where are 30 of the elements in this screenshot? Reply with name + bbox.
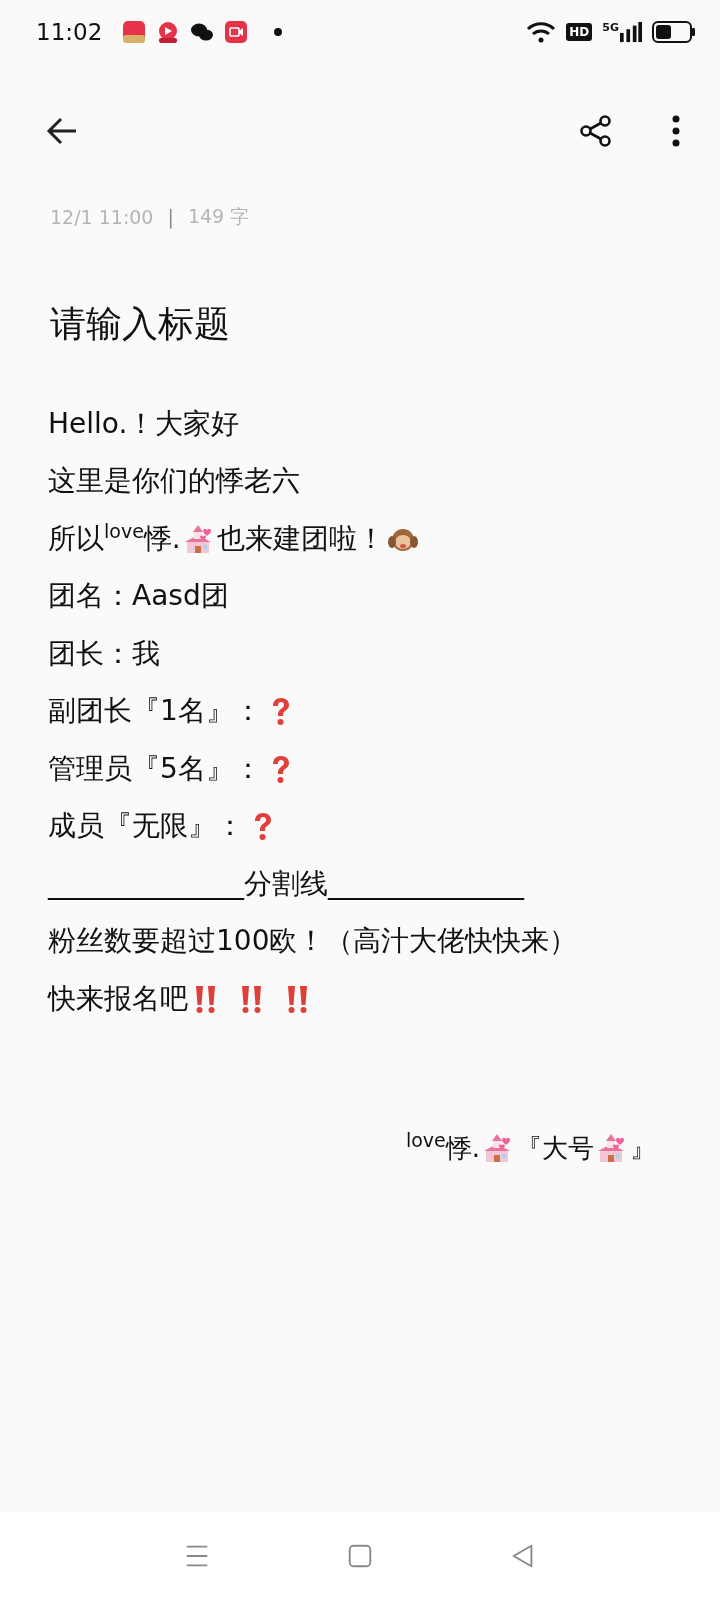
- app-notification-icon: [122, 20, 147, 44]
- wifi-icon: [526, 21, 557, 43]
- home-icon[interactable]: [346, 1542, 374, 1570]
- hd-badge: HD: [566, 23, 593, 41]
- note-text: Hello.！大家好: [48, 405, 240, 442]
- note-text: 这里是你们的悸老六: [48, 463, 300, 500]
- note-text: 管理员『5名』：: [48, 750, 262, 787]
- network-type-label: 5G: [602, 21, 619, 34]
- more-notifications-dot-icon: [274, 28, 283, 36]
- note-text: 副团长『1名』：: [48, 693, 262, 730]
- note-text: 『大号: [516, 1131, 594, 1165]
- note-text: ______________分割线______________: [48, 865, 524, 902]
- screen-recorder-icon: [224, 20, 249, 44]
- note-text: 成员『无限』：: [48, 808, 244, 845]
- clock-time: 11:02: [36, 19, 103, 45]
- separator: |: [167, 206, 174, 228]
- note-text: $^{love}$悸.: [405, 1130, 480, 1165]
- note-text: 团长：我: [48, 635, 160, 672]
- note-title-placeholder[interactable]: 请输入标题: [0, 230, 720, 349]
- battery-icon: [652, 21, 696, 43]
- note-text: 快来报名吧: [48, 980, 188, 1017]
- vertical-dots-icon: [672, 115, 680, 147]
- word-count: 149 字: [187, 204, 250, 229]
- note-text: 也来建团啦！: [216, 520, 385, 557]
- signal-strength-icon: [620, 21, 642, 43]
- note-text: 团名：Aasd团: [48, 578, 229, 615]
- note-text: 所以$^{love}$悸.: [48, 519, 181, 557]
- note-text: 』: [630, 1131, 656, 1165]
- note-text: 粉丝数要超过100欧！（高汁大佬快快来）: [48, 923, 578, 960]
- note-date: 12/1 11:00: [50, 206, 154, 228]
